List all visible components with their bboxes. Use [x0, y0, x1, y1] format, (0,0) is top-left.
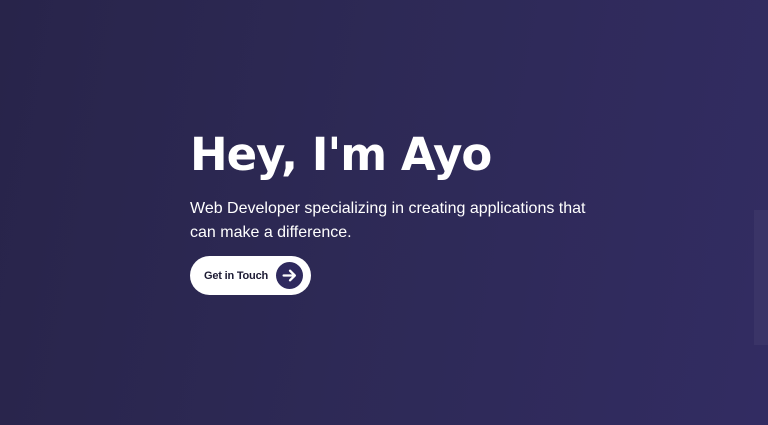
- hero-subtitle: Web Developer specializing in creating a…: [190, 200, 586, 241]
- hero-title: Hey, I'm Ayo: [190, 128, 492, 181]
- arrow-right-icon: [276, 262, 303, 289]
- edge-scroll-tab: [754, 210, 768, 345]
- get-in-touch-label: Get in Touch: [204, 269, 269, 282]
- hero-section: Hey, I'm Ayo Web Developer specializing …: [190, 128, 630, 295]
- get-in-touch-button[interactable]: Get in Touch: [190, 256, 311, 295]
